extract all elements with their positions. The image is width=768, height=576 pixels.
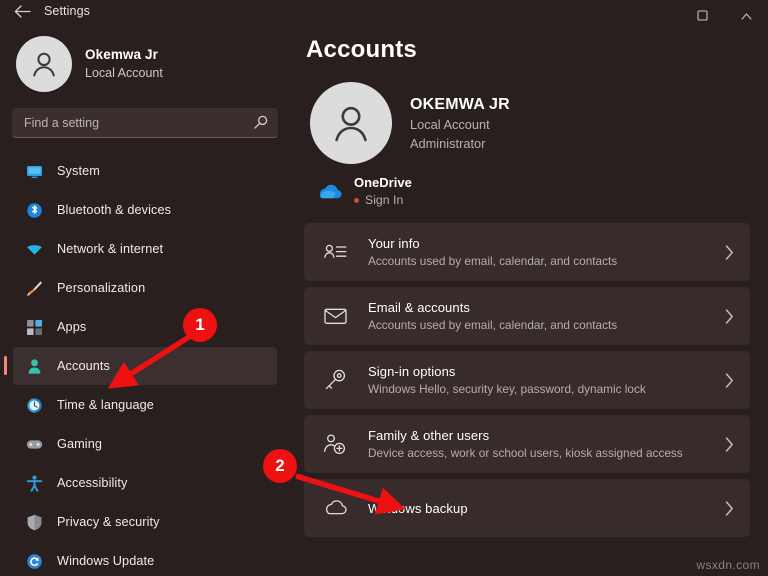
sidebar-item-label: Windows Update — [57, 554, 155, 568]
card-description: Windows Hello, security key, password, d… — [368, 382, 646, 397]
sidebar-item-windows-update[interactable]: Windows Update — [13, 542, 277, 576]
sidebar-item-personalization[interactable]: Personalization — [13, 269, 277, 307]
search-placeholder: Find a setting — [24, 115, 100, 130]
card-sign-in-options[interactable]: Sign-in options Windows Hello, security … — [304, 351, 750, 410]
sidebar-item-system[interactable]: System — [13, 152, 277, 190]
sidebar-item-accounts[interactable]: Accounts — [4, 347, 277, 385]
person-avatar-icon — [310, 82, 392, 164]
card-text: Sign-in options Windows Hello, security … — [368, 362, 705, 399]
main-content: Accounts OKEMWA JR Local Account Adminis… — [290, 22, 768, 576]
sidebar-item-label: Personalization — [57, 281, 146, 295]
minimize-button[interactable] — [636, 0, 680, 22]
settings-window: Settings Okemwa Jr Local Account Find a … — [0, 0, 768, 576]
search-wrapper: Find a setting — [0, 102, 290, 138]
sidebar-item-network-internet[interactable]: Network & internet — [13, 230, 277, 268]
card-text: Windows backup — [368, 499, 705, 519]
card-title: Email & accounts — [368, 299, 471, 315]
sidebar-item-time-language[interactable]: Time & language — [13, 386, 277, 424]
card-description: Accounts used by email, calendar, and co… — [368, 318, 618, 333]
sidebar-item-bluetooth-devices[interactable]: Bluetooth & devices — [13, 191, 277, 229]
shield-icon — [26, 514, 43, 531]
card-text: Family & other users Device access, work… — [368, 426, 705, 463]
onedrive-text: OneDrive Sign In — [354, 174, 412, 209]
sidebar-item-label: Accessibility — [57, 476, 128, 490]
sidebar-item-label: Privacy & security — [57, 515, 160, 529]
card-text: Your info Accounts used by email, calend… — [368, 234, 705, 271]
window-title: Settings — [44, 4, 90, 18]
sidebar: Okemwa Jr Local Account Find a setting S… — [0, 22, 290, 576]
profile-text: OKEMWA JR Local Account Administrator — [410, 93, 510, 153]
card-title: Family & other users — [368, 427, 490, 443]
card-email-accounts[interactable]: Email & accounts Accounts used by email,… — [304, 287, 750, 346]
your-info-icon — [322, 239, 348, 265]
apps-grid-icon — [26, 319, 43, 336]
search-input[interactable]: Find a setting — [12, 108, 278, 138]
window-body: Okemwa Jr Local Account Find a setting S… — [0, 22, 768, 576]
onedrive-cloud-icon — [316, 181, 342, 203]
refresh-icon — [26, 553, 43, 570]
card-windows-backup[interactable]: Windows backup — [304, 479, 750, 538]
card-your-info[interactable]: Your info Accounts used by email, calend… — [304, 223, 750, 282]
page-title: Accounts — [306, 36, 417, 63]
profile-role: Administrator — [410, 135, 486, 151]
maximize-button[interactable] — [680, 0, 724, 22]
profile-account-type: Local Account — [410, 117, 490, 133]
window-controls — [636, 0, 768, 22]
person-icon — [26, 358, 43, 375]
sidebar-item-apps[interactable]: Apps — [13, 308, 277, 346]
accessibility-icon — [26, 475, 43, 492]
sidebar-account-block[interactable]: Okemwa Jr Local Account — [0, 28, 290, 102]
person-avatar-icon — [16, 36, 72, 92]
sidebar-item-gaming[interactable]: Gaming — [13, 425, 277, 463]
sidebar-item-label: Time & language — [57, 398, 154, 412]
paintbrush-icon — [26, 280, 43, 297]
clock-icon — [26, 397, 43, 414]
chevron-right-icon — [725, 501, 734, 516]
title-bar: Settings — [0, 0, 768, 22]
card-title: Your info — [368, 235, 420, 251]
bluetooth-icon — [26, 202, 43, 219]
gamepad-icon — [26, 436, 43, 453]
onedrive-title: OneDrive — [354, 175, 412, 190]
sidebar-item-label: Bluetooth & devices — [57, 203, 172, 217]
chevron-right-icon — [725, 245, 734, 260]
watermark: wsxdn.com — [696, 558, 760, 572]
close-button[interactable] — [724, 0, 768, 22]
monitor-icon — [26, 163, 43, 180]
chevron-right-icon — [725, 309, 734, 324]
card-title: Sign-in options — [368, 363, 456, 379]
sidebar-item-label: Apps — [57, 320, 87, 334]
back-button[interactable] — [0, 0, 44, 22]
sidebar-item-label: Accounts — [57, 359, 110, 373]
profile-header: OKEMWA JR Local Account Administrator — [310, 82, 750, 164]
key-icon — [322, 367, 348, 393]
chevron-right-icon — [725, 437, 734, 452]
settings-card-list: Your info Accounts used by email, calend… — [304, 223, 750, 538]
status-dot-icon — [354, 198, 359, 204]
card-family-other-users[interactable]: Family & other users Device access, work… — [304, 415, 750, 474]
chevron-right-icon — [725, 373, 734, 388]
sidebar-nav: System Bluetooth & devices Network & int… — [0, 152, 290, 576]
onedrive-row[interactable]: OneDrive Sign In — [316, 174, 750, 209]
sidebar-item-label: Gaming — [57, 437, 103, 451]
add-user-icon — [322, 431, 348, 457]
sidebar-item-label: System — [57, 164, 100, 178]
sidebar-item-label: Network & internet — [57, 242, 164, 256]
envelope-icon — [322, 303, 348, 329]
search-icon — [253, 115, 268, 130]
card-description: Accounts used by email, calendar, and co… — [368, 254, 618, 269]
card-text: Email & accounts Accounts used by email,… — [368, 298, 705, 335]
sidebar-item-accessibility[interactable]: Accessibility — [13, 464, 277, 502]
card-title: Windows backup — [368, 500, 468, 516]
onedrive-status[interactable]: Sign In — [354, 192, 412, 209]
sidebar-account-type: Local Account — [85, 65, 163, 80]
wifi-icon — [26, 241, 43, 258]
sidebar-item-privacy-security[interactable]: Privacy & security — [13, 503, 277, 541]
card-description: Device access, work or school users, kio… — [368, 446, 683, 461]
sidebar-account-name: Okemwa Jr — [85, 47, 158, 63]
profile-name: OKEMWA JR — [410, 96, 510, 114]
onedrive-status-label: Sign In — [365, 193, 404, 208]
backup-icon — [322, 495, 348, 521]
